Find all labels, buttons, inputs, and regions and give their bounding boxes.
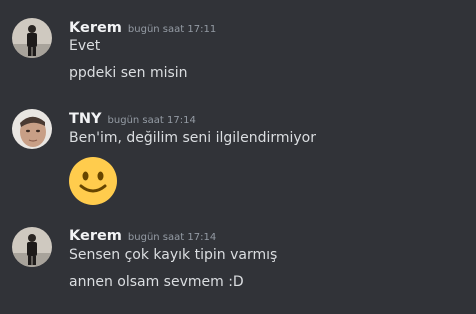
user-avatar[interactable] (12, 18, 52, 58)
message-group: Kerem bugün saat 17:14 Sensen çok kayık t… (0, 210, 476, 314)
message-header: TNY bugün saat 17:14 (69, 108, 196, 128)
person-standing-avatar-icon (12, 227, 52, 267)
user-avatar[interactable] (12, 109, 52, 149)
message-header: Kerem bugün saat 17:14 (69, 225, 216, 245)
username[interactable]: Kerem (69, 20, 122, 36)
user-avatar[interactable] (12, 227, 52, 267)
message-group: Kerem bugün saat 17:11 Evet ppdeki sen mi… (0, 0, 476, 100)
timestamp: bugün saat 17:14 (127, 232, 217, 243)
message-text: annen olsam sevmem :D (69, 274, 244, 290)
slightly-smiling-face-icon[interactable] (68, 156, 118, 210)
message-group: TNY bugün saat 17:14 Ben'im, değilim seni… (0, 100, 476, 210)
message-text: Evet (69, 38, 101, 54)
message-text: ppdeki sen misin (69, 65, 188, 81)
message-text: Sensen çok kayık tipin varmış (69, 247, 278, 263)
username[interactable]: TNY (69, 111, 102, 127)
message-header: Kerem bugün saat 17:11 (69, 17, 216, 37)
username[interactable]: Kerem (69, 228, 122, 244)
face-portrait-avatar-icon (12, 109, 52, 149)
timestamp: bugün saat 17:11 (127, 24, 217, 35)
message-text: Ben'im, değilim seni ilgilendirmiyor (69, 130, 316, 146)
person-standing-avatar-icon (12, 18, 52, 58)
timestamp: bugün saat 17:14 (107, 115, 196, 126)
